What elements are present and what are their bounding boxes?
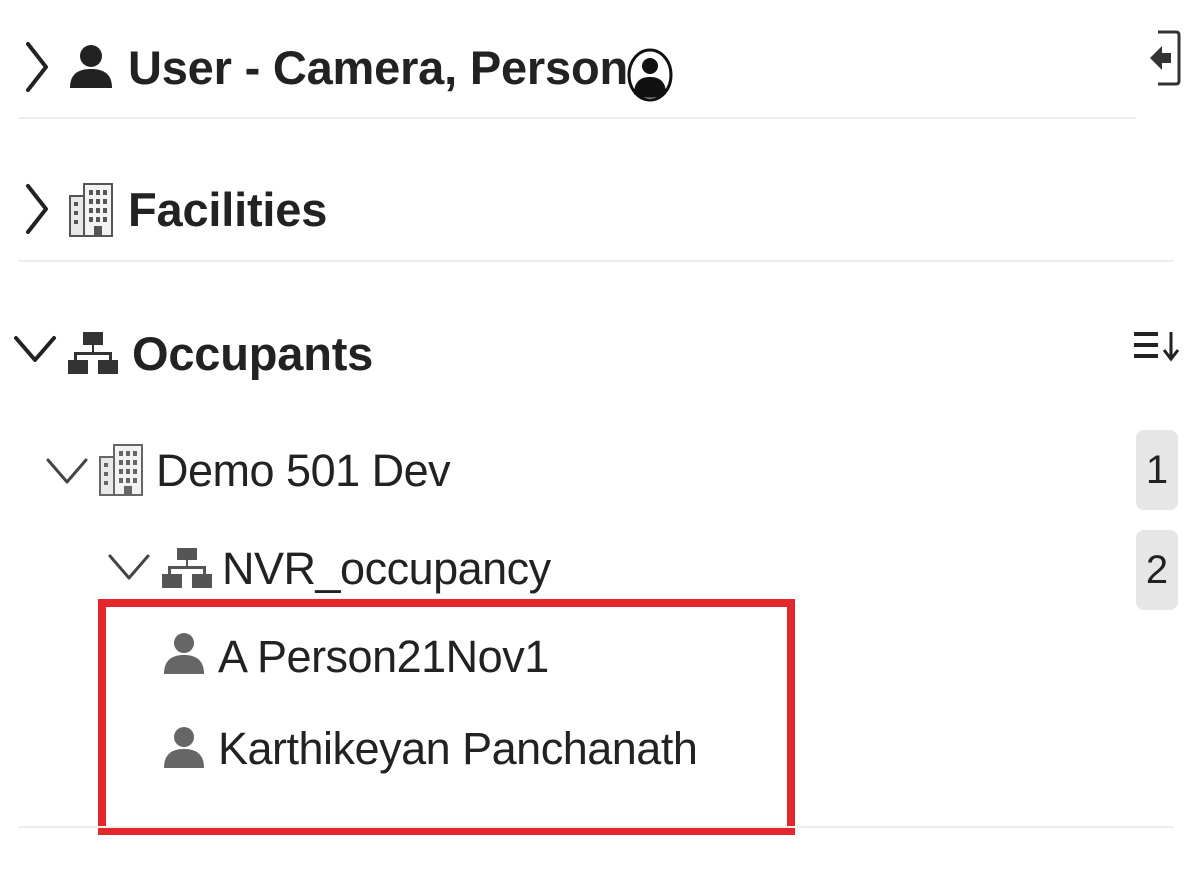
facilities-section-title: Facilities (128, 183, 328, 236)
divider (18, 260, 1174, 262)
divider (18, 117, 1136, 119)
sitemap-icon (162, 546, 212, 590)
chevron-right-icon[interactable] (24, 40, 50, 94)
side-panel: User - Camera, Person Facilities Occupan… (0, 0, 1194, 876)
building-icon (98, 443, 144, 497)
sort-list-icon[interactable] (1132, 328, 1180, 364)
avatar-circle-icon[interactable] (626, 46, 674, 102)
tree-node-building-label: Demo 501 Dev (156, 445, 451, 496)
chevron-right-icon[interactable] (24, 182, 50, 236)
occupants-section-title: Occupants (132, 327, 374, 380)
user-icon (70, 44, 112, 88)
user-section-title: User - Camera, Person (128, 41, 628, 94)
chevron-down-icon[interactable] (12, 334, 58, 364)
building-icon (68, 182, 114, 238)
count-badge: 1 (1136, 430, 1178, 510)
sitemap-icon (68, 330, 118, 376)
chevron-down-icon[interactable] (44, 456, 90, 486)
divider (18, 826, 1174, 828)
chevron-down-icon[interactable] (106, 552, 152, 582)
sign-out-icon[interactable] (1144, 28, 1182, 88)
highlight-box (98, 599, 795, 835)
count-badge: 2 (1136, 530, 1178, 610)
tree-node-network-label: NVR_occupancy (222, 543, 551, 594)
